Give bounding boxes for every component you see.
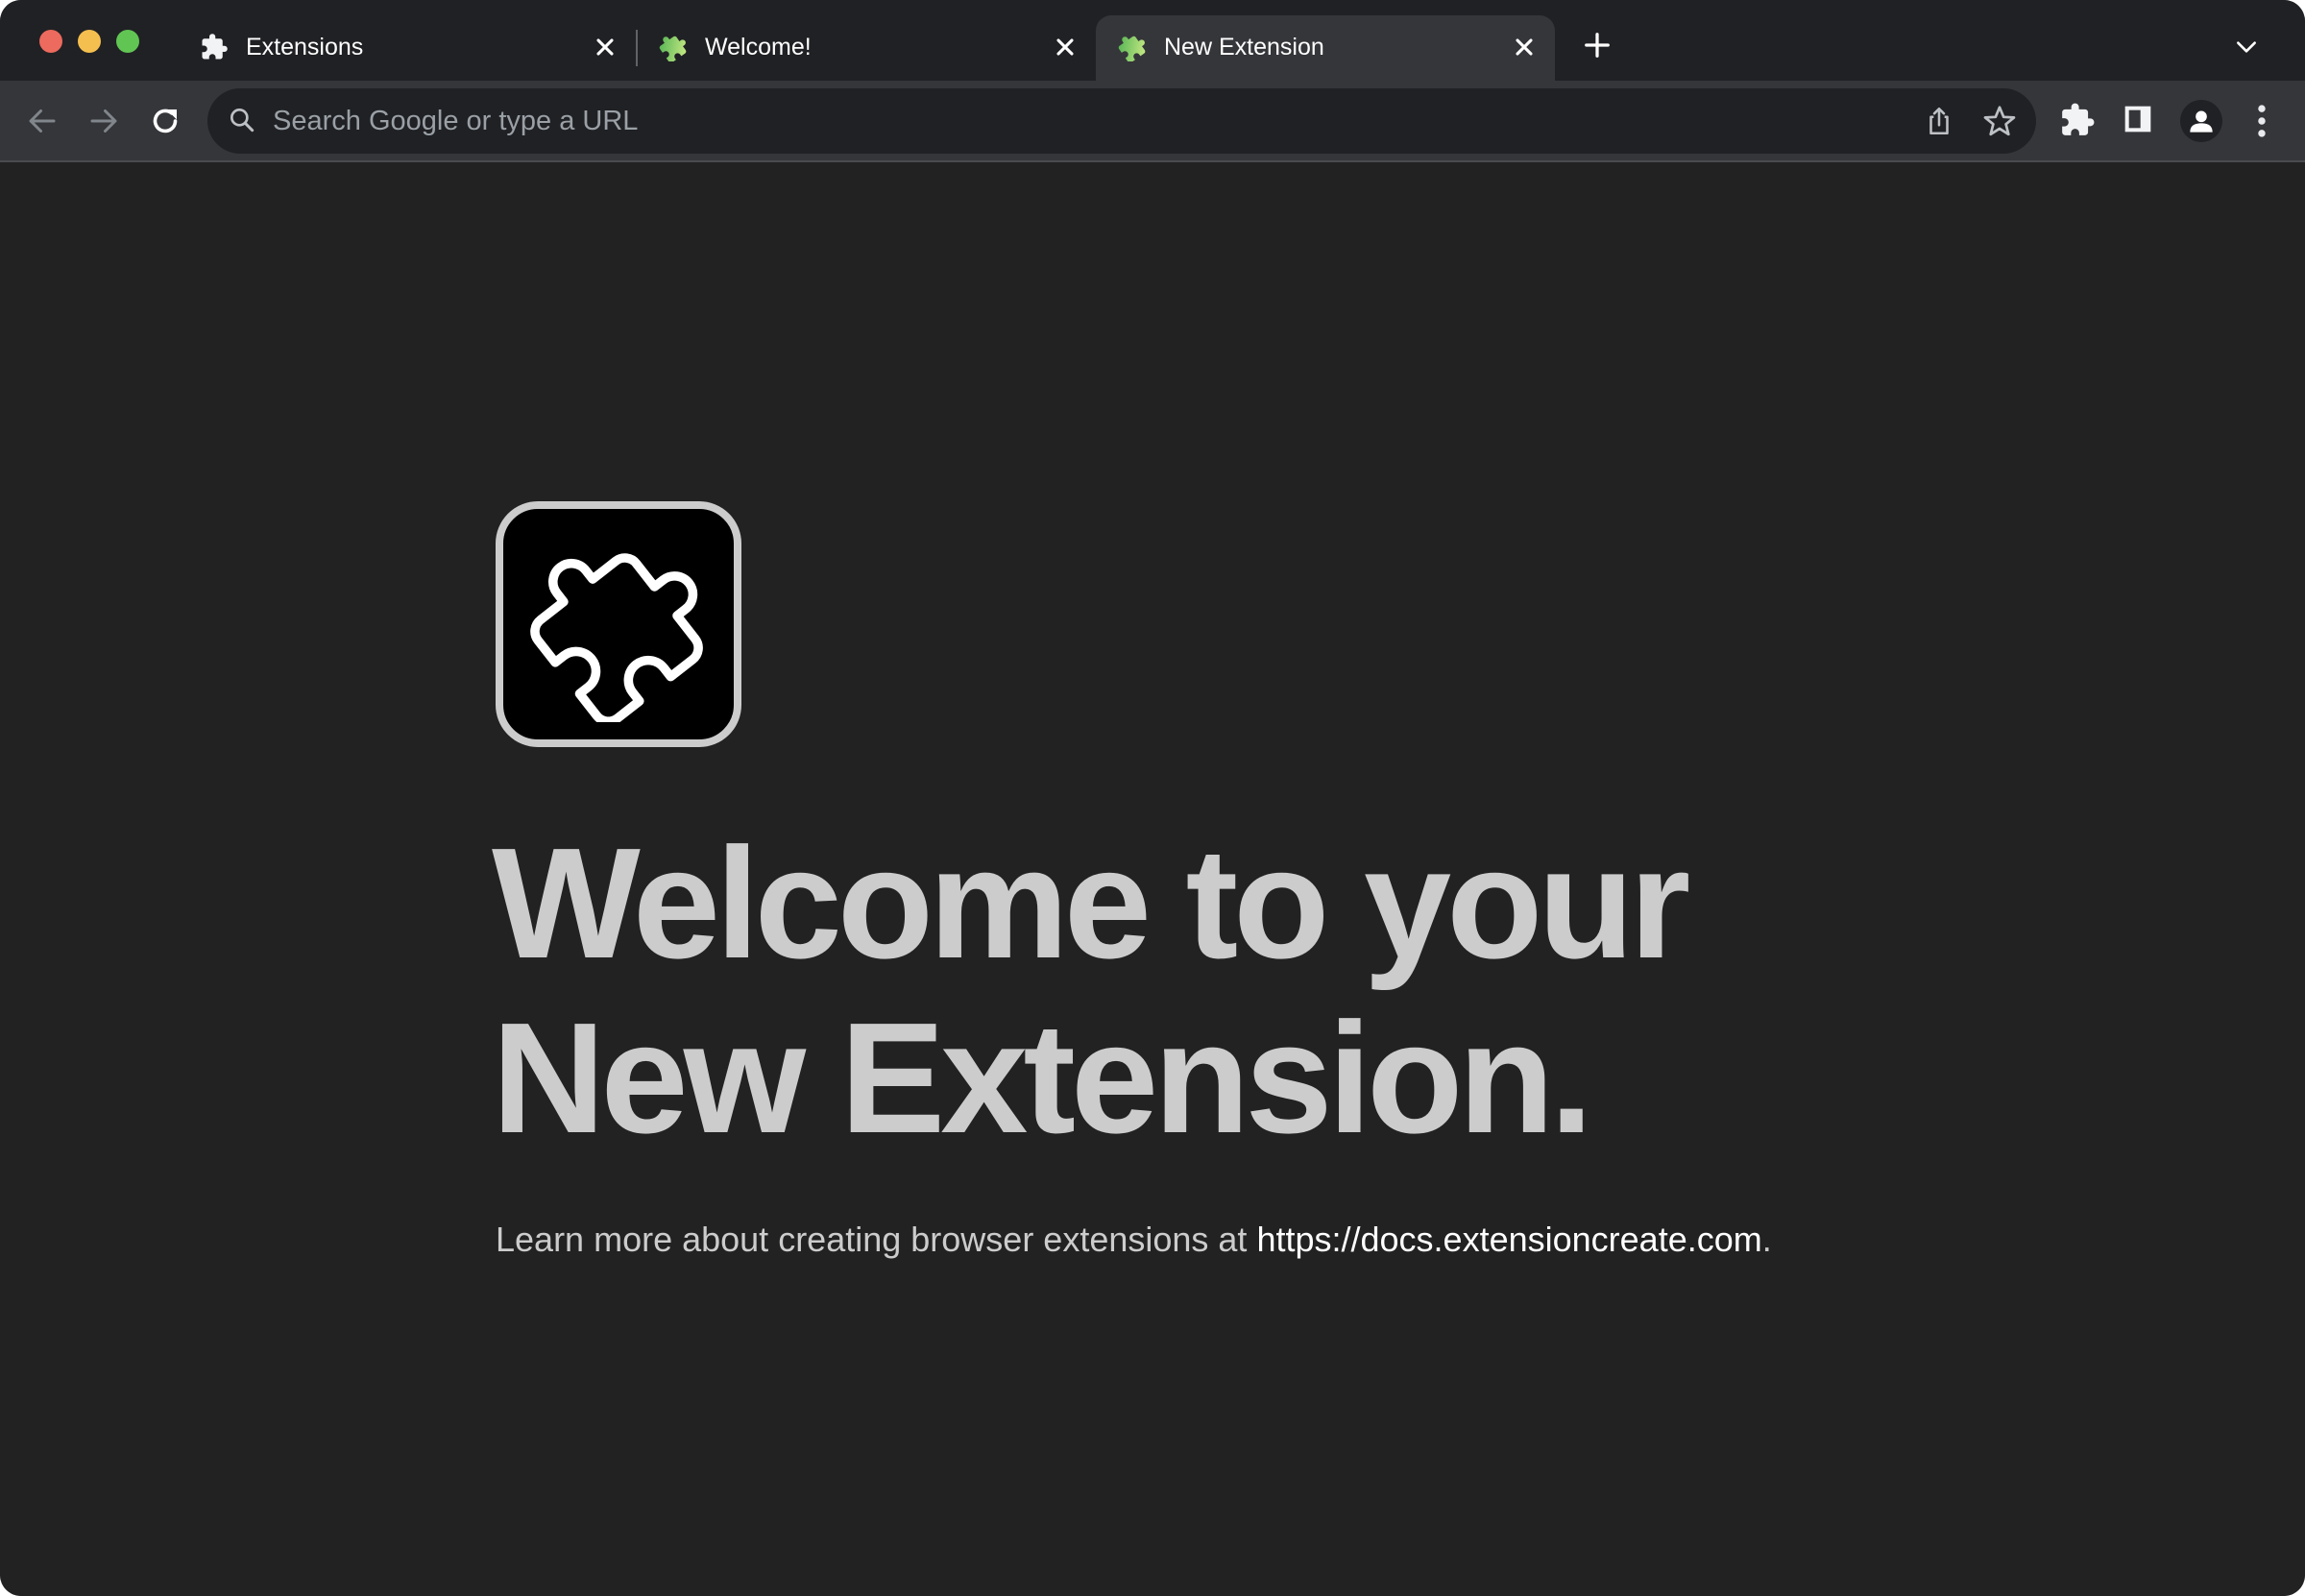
forward-icon[interactable] <box>86 104 121 138</box>
page-content: Welcome to your New Extension. Learn mor… <box>0 162 2305 1596</box>
page-headline: Welcome to your New Extension. <box>492 815 1690 1166</box>
subtitle-text: Learn more about creating browser extens… <box>496 1220 1257 1259</box>
page-subtitle: Learn more about creating browser extens… <box>496 1217 1772 1263</box>
headline-line-1: Welcome to your <box>492 815 1690 991</box>
chevron-down-icon[interactable] <box>2234 35 2259 60</box>
side-panel-icon[interactable] <box>2123 104 2153 134</box>
tab-extensions[interactable]: Extensions <box>200 15 622 81</box>
profile-icon <box>2190 110 2213 133</box>
window-close-button[interactable] <box>39 30 62 53</box>
menu-icon[interactable] <box>2247 102 2276 140</box>
back-icon[interactable] <box>25 104 60 138</box>
omnibox[interactable] <box>207 88 2036 154</box>
headline-line-2: New Extension. <box>492 990 1593 1166</box>
profile-button[interactable] <box>2180 100 2222 142</box>
puzzle-icon <box>1118 36 1146 61</box>
puzzle-icon <box>202 34 228 60</box>
tab-strip: Extensions Welcome! New Extension <box>0 0 2305 81</box>
browser-window: Extensions Welcome! New Extension Search… <box>0 0 2305 1596</box>
address-bar-input[interactable] <box>273 88 1905 154</box>
star-icon[interactable] <box>1982 104 2017 138</box>
new-tab-icon[interactable] <box>1583 31 1612 60</box>
search-icon <box>230 109 255 133</box>
close-tab-icon[interactable] <box>1052 34 1079 60</box>
tab-title: Welcome! <box>705 34 812 60</box>
tab-welcome[interactable]: Welcome! <box>659 15 1081 81</box>
window-minimize-button[interactable] <box>78 30 101 53</box>
window-maximize-button[interactable] <box>116 30 139 53</box>
extension-logo <box>496 501 741 747</box>
puzzle-icon <box>659 36 687 61</box>
toolbar <box>0 81 2305 161</box>
extensions-icon[interactable] <box>2059 102 2096 138</box>
tab-title: Extensions <box>246 34 364 60</box>
close-tab-icon[interactable] <box>592 34 619 60</box>
tab-title: New Extension <box>1164 34 1324 60</box>
close-tab-icon[interactable] <box>1511 34 1538 60</box>
puzzle-icon <box>530 553 703 722</box>
tab-new-extension[interactable]: New Extension <box>1118 15 1541 81</box>
reload-icon[interactable] <box>148 104 182 138</box>
share-icon[interactable] <box>1923 104 1955 138</box>
subtitle-period: . <box>1761 1220 1772 1259</box>
docs-link[interactable]: https://docs.extensioncreate.com <box>1256 1220 1761 1259</box>
tab-separator <box>636 30 638 66</box>
